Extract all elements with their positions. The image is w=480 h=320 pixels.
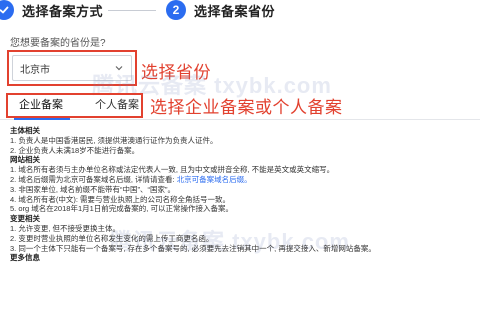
step-connector [108, 10, 156, 11]
check-icon [0, 0, 14, 20]
rule-item: 2. 企业负责人未满18岁不能进行备案。 [10, 145, 140, 155]
annotation-province: 选择省份 [141, 63, 211, 82]
domain-suffix-link[interactable]: 北京可备案域名后缀。 [177, 175, 252, 184]
annotation-filing-type: 选择企业备案或个人备案 [150, 98, 343, 117]
section-title-website: 网站相关 [10, 155, 40, 165]
rule-item: 4. 域名所有者(中文): 需要与营业执照上的公司名称全角括号一致。 [10, 194, 230, 204]
step-label: 选择备案方式 [22, 3, 104, 19]
step-select-province: 2 选择备案省份 [166, 0, 275, 20]
stepper: 选择备案方式 2 选择备案省份 [0, 0, 480, 22]
step-label: 选择备案省份 [194, 3, 276, 19]
rule-item: 1. 负责人是中国香港居民, 须提供港澳通行证作为负责人证件。 [10, 135, 218, 145]
step-number: 2 [166, 0, 186, 20]
rule-item: 3. 非国家单位, 域名前缀不能带有“中国”、“国家”。 [10, 184, 175, 194]
rule-item: 5. org 域名在2018年1月1日前完成备案的, 可以正常操作接入备案。 [10, 204, 233, 214]
rule-item: 2. 变更时营业执照的单位名称发生变化的需上传工商更名函。 [10, 233, 214, 243]
filing-rules: 主体相关 1. 负责人是中国香港居民, 须提供港澳通行证作为负责人证件。 2. … [10, 126, 476, 263]
annotation-box-tabs [6, 93, 143, 118]
active-tab-indicator [14, 118, 70, 120]
section-title-more-info: 更多信息 [10, 253, 40, 263]
section-title-subject: 主体相关 [10, 126, 40, 135]
rule-item: 2. 域名后缀需为北京可备案域名后缀, 详情请查看: 北京可备案域名后缀。 [10, 175, 476, 185]
rule-item: 1. 域名所有者须与主办单位名称或法定代表人一致, 且为中文或拼音全称, 不能是… [10, 165, 335, 175]
rule-text: 2. 域名后缀需为北京可备案域名后缀, 详情请查看: [10, 174, 177, 184]
step-select-method: 选择备案方式 [0, 0, 103, 20]
section-title-change: 变更相关 [10, 214, 40, 224]
rule-item: 1. 允许变更, 但不接受更换主体。 [10, 223, 121, 233]
province-question: 您想要备案的省份是? [10, 38, 106, 49]
rule-item: 3. 同一个主体下只能有一个备案号, 存在多个备案号的, 必须要先去注销其中一个… [10, 243, 376, 253]
annotation-box-province [7, 50, 137, 86]
